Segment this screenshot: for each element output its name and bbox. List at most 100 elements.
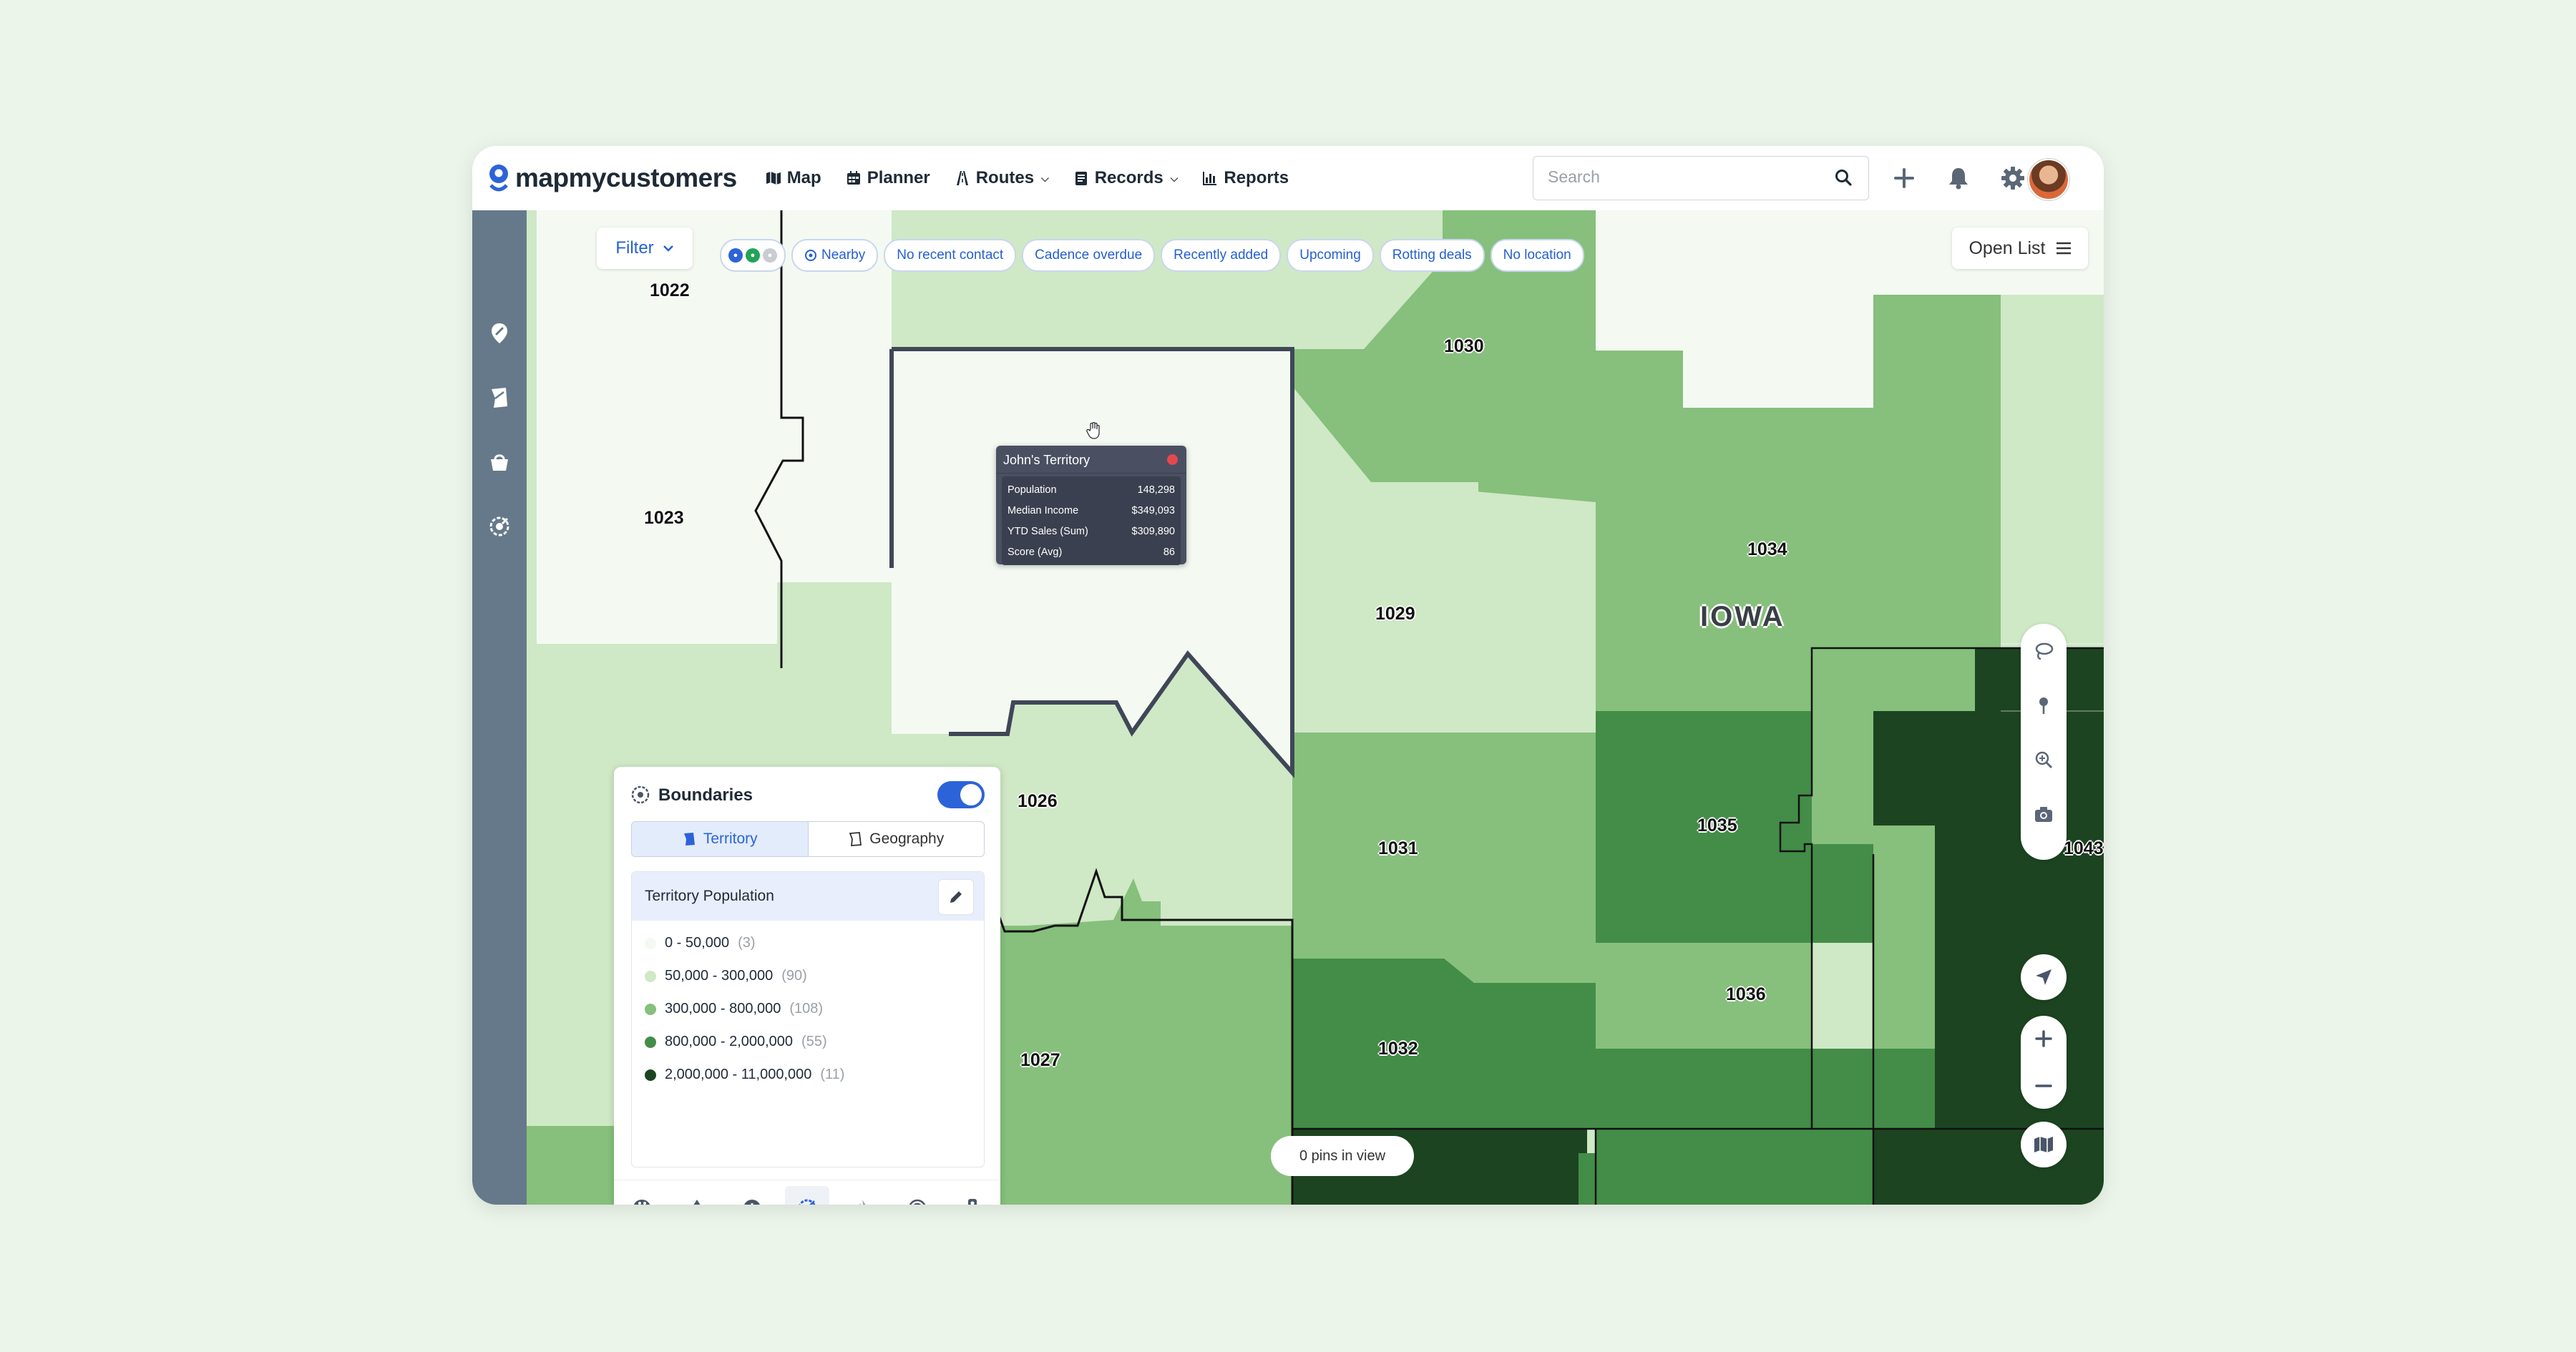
- tooltip-row-value: $309,890: [1131, 525, 1175, 537]
- chip-no-recent-contact[interactable]: No recent contact: [884, 239, 1017, 272]
- search-input[interactable]: [1546, 167, 1821, 187]
- territory-icon[interactable]: [488, 386, 511, 409]
- nav-map-label: Map: [786, 168, 821, 187]
- nav-routes[interactable]: Routes ⌵: [955, 168, 1049, 188]
- list-icon: [2056, 242, 2071, 255]
- map-style-button[interactable]: [2021, 1122, 2067, 1167]
- open-list-button[interactable]: Open List: [1952, 227, 2088, 269]
- tab-heatmap[interactable]: [840, 1186, 884, 1205]
- zoom-out-icon[interactable]: [2034, 1076, 2054, 1096]
- tab-colors[interactable]: [620, 1186, 664, 1205]
- tab-geography[interactable]: Geography: [809, 822, 985, 856]
- chip-label: Recently added: [1174, 248, 1269, 263]
- pin-add-icon[interactable]: [488, 322, 511, 345]
- chip-record-types[interactable]: ● ● ●: [720, 239, 786, 272]
- zoom-in-icon[interactable]: [2034, 1029, 2054, 1049]
- nearby-icon: [805, 250, 816, 261]
- state-label: IOWA: [1700, 601, 1785, 632]
- chip-no-location[interactable]: No location: [1490, 239, 1584, 272]
- tab-territory[interactable]: Territory: [632, 822, 809, 856]
- globe-target-icon: [799, 1199, 816, 1205]
- legend-range: 0 - 50,000: [665, 935, 730, 951]
- calendar-icon: [847, 171, 860, 185]
- legend-title: Territory Population: [645, 888, 774, 904]
- records-icon: [1075, 172, 1087, 185]
- brand-logo[interactable]: mapmycustomers: [487, 163, 737, 193]
- nav-records[interactable]: Records ⌵: [1073, 168, 1179, 188]
- my-location-button[interactable]: [2021, 954, 2067, 1000]
- chip-cadence-overdue[interactable]: Cadence overdue: [1022, 239, 1156, 272]
- map-tools-pill: [2021, 624, 2067, 860]
- plus-icon[interactable]: [1890, 165, 1918, 192]
- tooltip-row: Population 148,298: [1008, 479, 1175, 500]
- pin-drop-icon[interactable]: [2034, 695, 2054, 715]
- tab-traffic[interactable]: [950, 1186, 995, 1205]
- zip-label-1031: 1031: [1378, 838, 1418, 858]
- basket-icon[interactable]: [488, 451, 511, 474]
- zip-label-1029: 1029: [1375, 604, 1415, 624]
- chip-rotting-deals[interactable]: Rotting deals: [1379, 239, 1485, 272]
- search-icon[interactable]: [1834, 168, 1853, 187]
- legend-swatch: [645, 970, 656, 982]
- deal-dot-icon: ●: [763, 248, 777, 263]
- zip-label-1023: 1023: [644, 508, 684, 528]
- chip-upcoming[interactable]: Upcoming: [1287, 239, 1374, 272]
- zoom-area-icon[interactable]: [2034, 750, 2054, 770]
- filter-button[interactable]: Filter: [597, 227, 693, 269]
- tooltip-row: Score (Avg) 86: [1008, 542, 1175, 562]
- hand-cursor-icon: [1086, 422, 1100, 439]
- legend-count: (55): [801, 1034, 827, 1049]
- bell-icon[interactable]: [1945, 165, 1972, 192]
- nav-planner[interactable]: Planner: [846, 168, 930, 188]
- tab-shapes[interactable]: [675, 1186, 719, 1205]
- bar-chart-icon: [1203, 172, 1217, 185]
- fire-icon: [859, 1200, 866, 1205]
- map-canvas[interactable]: 1022 1023 1026 1027 1029 1030 1031 1032 …: [527, 210, 2104, 1205]
- tooltip-row: Median Income $349,093: [1008, 500, 1175, 521]
- zip-label-1026: 1026: [1018, 791, 1058, 811]
- boundaries-toggle[interactable]: [937, 781, 985, 808]
- legend-range: 300,000 - 800,000: [665, 1001, 781, 1017]
- chip-label: No recent contact: [897, 248, 1004, 263]
- alert-icon: [743, 1200, 760, 1205]
- nav-reports[interactable]: Reports: [1202, 168, 1289, 188]
- legend-item: 800,000 - 2,000,000 (55): [645, 1034, 827, 1050]
- nav-map[interactable]: Map: [766, 168, 821, 188]
- legend-range: 800,000 - 2,000,000: [665, 1034, 794, 1049]
- legend-swatch: [645, 937, 656, 949]
- nav-records-label: Records: [1094, 168, 1163, 187]
- tab-boundaries[interactable]: [784, 1186, 829, 1205]
- tooltip-row-label: YTD Sales (Sum): [1008, 525, 1088, 537]
- zip-label-1022: 1022: [650, 280, 690, 300]
- tab-radius[interactable]: [895, 1186, 940, 1205]
- chip-recently-added[interactable]: Recently added: [1161, 239, 1282, 272]
- user-avatar[interactable]: [2028, 159, 2069, 200]
- zip-label-1035: 1035: [1697, 815, 1737, 836]
- chip-nearby[interactable]: Nearby: [791, 239, 879, 272]
- lasso-icon[interactable]: [2034, 641, 2054, 661]
- globe-target-icon[interactable]: [488, 515, 511, 538]
- left-sidebar: [472, 210, 527, 1205]
- legend-swatch: [645, 1069, 656, 1081]
- chip-label: No location: [1503, 248, 1571, 263]
- camera-icon[interactable]: [2034, 804, 2054, 824]
- tooltip-header: John's Territory: [996, 446, 1186, 474]
- nav-planner-label: Planner: [867, 168, 930, 187]
- chevron-down-icon: ⌵: [1170, 172, 1179, 184]
- tooltip-body: Population 148,298 Median Income $349,093 …: [1002, 476, 1181, 565]
- filter-label: Filter: [615, 238, 654, 258]
- traffic-light-icon: [968, 1199, 977, 1205]
- tab-alerts[interactable]: [730, 1186, 774, 1205]
- legend-header: Territory Population: [632, 872, 984, 921]
- legend-box: Territory Population 0 - 50,000 (3) 50,00…: [631, 871, 985, 1167]
- gear-icon[interactable]: [1999, 165, 2026, 192]
- edit-legend-button[interactable]: [938, 879, 974, 915]
- close-icon[interactable]: [1167, 454, 1178, 465]
- pins-in-view-indicator: 0 pins in view: [1271, 1136, 1414, 1176]
- legend-item: 50,000 - 300,000 (90): [645, 968, 807, 984]
- legend-swatch: [645, 1036, 656, 1048]
- chip-label: Rotting deals: [1392, 248, 1472, 263]
- chevron-down-icon: ⌵: [1041, 172, 1049, 184]
- territory-icon: [683, 833, 695, 846]
- shapes-icon: [693, 1200, 701, 1205]
